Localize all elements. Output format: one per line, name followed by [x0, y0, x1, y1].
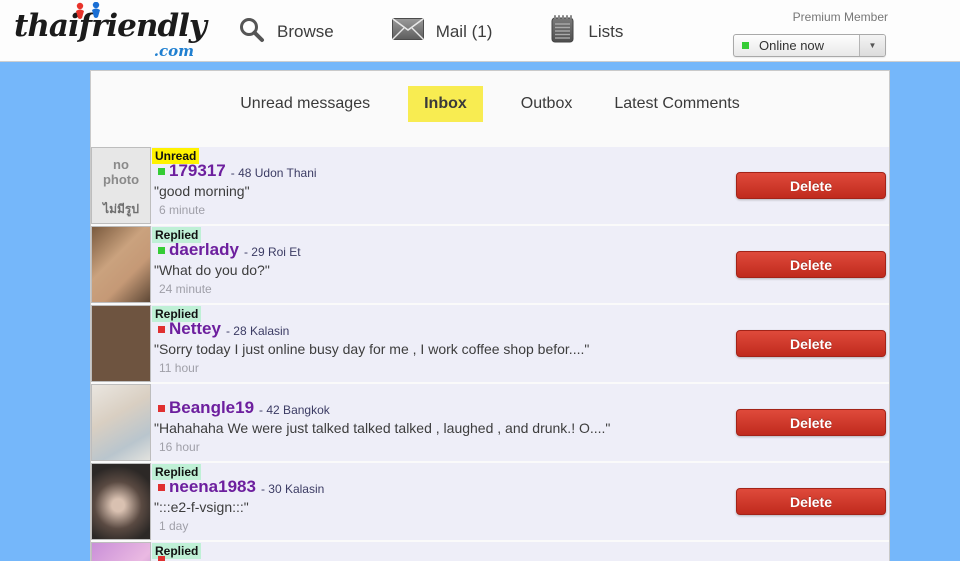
inbox-panel: Unread messages Inbox Outbox Latest Comm… [90, 70, 890, 561]
delete-button[interactable]: Delete [736, 488, 886, 515]
message-row: Replied Delete [91, 542, 889, 561]
avatar-no-photo[interactable]: nophoto ไม่มีรูป [91, 147, 151, 224]
message-preview: "good morning" [154, 183, 250, 199]
tab-inbox[interactable]: Inbox [408, 86, 483, 122]
online-status-dropdown[interactable]: Online now ▼ [733, 34, 886, 57]
online-dot-icon [158, 247, 165, 254]
message-preview: "Hahahaha We were just talked talked tal… [154, 420, 610, 436]
lists-icon [550, 14, 576, 49]
message-preview: ":::e2-f-vsign:::" [154, 499, 249, 515]
message-row: Beangle19 - 42 Bangkok "Hahahaha We were… [91, 384, 889, 461]
main-nav: Browse Mail (1) [238, 14, 623, 49]
avatar[interactable] [91, 542, 151, 561]
mail-tabs: Unread messages Inbox Outbox Latest Comm… [91, 86, 889, 122]
online-status-value: Online now [759, 38, 859, 53]
message-row: Replied neena1983 - 30 Kalasin ":::e2-f-… [91, 463, 889, 540]
offline-dot-icon [158, 405, 165, 412]
nav-lists-label: Lists [588, 22, 623, 42]
logo-tld: .com [154, 42, 194, 60]
message-time: 16 hour [159, 440, 200, 454]
message-list: nophoto ไม่มีรูป Unread 179317 - 48 Udon… [91, 147, 889, 561]
online-dot-icon [742, 42, 749, 49]
premium-member-label: Premium Member [793, 10, 888, 24]
username-link[interactable]: 179317 [169, 161, 226, 181]
logo-text-thai: thai [14, 8, 79, 44]
logo-figures-icon [72, 2, 106, 29]
delete-button[interactable]: Delete [736, 251, 886, 278]
message-time: 6 minute [159, 203, 205, 217]
offline-dot-icon [158, 556, 165, 561]
username-link[interactable]: neena1983 [169, 477, 256, 497]
message-row: Replied Nettey - 28 Kalasin "Sorry today… [91, 305, 889, 382]
avatar[interactable] [91, 226, 151, 303]
delete-button[interactable]: Delete [736, 409, 886, 436]
age-location: - 42 Bangkok [259, 400, 330, 417]
avatar[interactable] [91, 384, 151, 461]
tab-latest-comments[interactable]: Latest Comments [610, 86, 743, 122]
age-location: - 29 Roi Et [244, 242, 301, 259]
search-icon [238, 16, 265, 48]
message-preview: "What do you do?" [154, 262, 270, 278]
message-preview: "Sorry today I just online busy day for … [154, 341, 589, 357]
age-location: - 48 Udon Thani [231, 163, 317, 180]
online-dot-icon [158, 168, 165, 175]
age-location: - 30 Kalasin [261, 479, 324, 496]
offline-dot-icon [158, 326, 165, 333]
username-link[interactable]: daerlady [169, 240, 239, 260]
delete-button[interactable]: Delete [736, 330, 886, 357]
message-row: Replied daerlady - 29 Roi Et "What do yo… [91, 226, 889, 303]
nav-mail[interactable]: Mail (1) [392, 18, 493, 45]
message-time: 11 hour [159, 361, 199, 375]
delete-button[interactable]: Delete [736, 172, 886, 199]
offline-dot-icon [158, 484, 165, 491]
tab-outbox[interactable]: Outbox [517, 86, 577, 122]
message-row: nophoto ไม่มีรูป Unread 179317 - 48 Udon… [91, 147, 889, 224]
username-link[interactable]: Beangle19 [169, 398, 254, 418]
tab-unread-messages[interactable]: Unread messages [236, 86, 374, 122]
nav-browse[interactable]: Browse [238, 16, 334, 48]
site-logo[interactable]: thaifriendly .com [14, 8, 204, 58]
avatar[interactable] [91, 305, 151, 382]
avatar[interactable] [91, 463, 151, 540]
chevron-down-icon[interactable]: ▼ [859, 35, 885, 56]
nav-mail-label: Mail (1) [436, 22, 493, 42]
message-time: 24 minute [159, 282, 212, 296]
message-time: 1 day [159, 519, 188, 533]
no-photo-thai-label: ไม่มีรูป [92, 200, 150, 219]
top-header: thaifriendly .com Browse [0, 0, 960, 62]
mail-icon [392, 18, 424, 45]
username-link[interactable]: Nettey [169, 319, 221, 339]
nav-lists[interactable]: Lists [550, 14, 623, 49]
age-location: - 28 Kalasin [226, 321, 289, 338]
nav-browse-label: Browse [277, 22, 334, 42]
